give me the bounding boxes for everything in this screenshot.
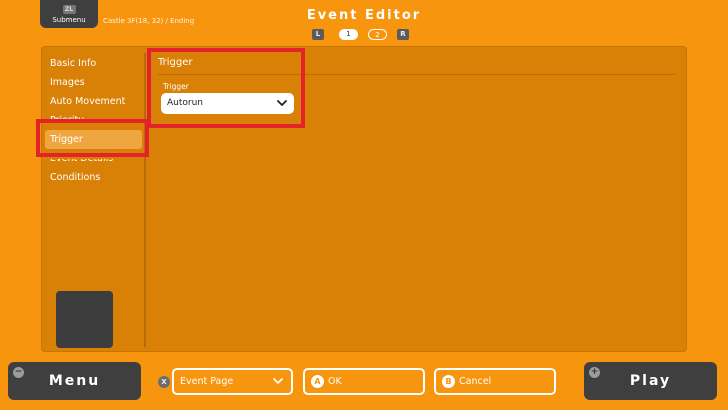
r-key-icon[interactable]: R — [397, 29, 409, 40]
sidebar-item-priority[interactable]: Priority — [50, 113, 84, 121]
sidebar-item-conditions[interactable]: Conditions — [50, 170, 100, 186]
cancel-label: Cancel — [459, 376, 492, 387]
chevron-down-icon — [273, 370, 283, 393]
page-tab-2[interactable]: 2 — [368, 29, 387, 40]
minus-icon: − — [13, 367, 24, 378]
b-key-icon: B — [442, 375, 455, 388]
sidebar-item-basic-info[interactable]: Basic Info — [50, 56, 96, 72]
l-key-icon[interactable]: L — [312, 29, 324, 40]
cancel-button[interactable]: B Cancel — [434, 368, 556, 395]
ok-button[interactable]: A OK — [303, 368, 425, 395]
play-button[interactable]: + Play — [584, 362, 717, 400]
trigger-dropdown[interactable]: Autorun — [161, 93, 294, 114]
section-heading: Trigger — [158, 57, 193, 68]
ok-label: OK — [328, 376, 342, 387]
menu-button[interactable]: − Menu — [8, 362, 141, 400]
menu-label: Menu — [48, 373, 101, 389]
page-title: Event Editor — [306, 8, 422, 23]
x-key-icon: X — [158, 376, 170, 388]
page-tab-1[interactable]: 1 — [339, 29, 358, 40]
trigger-field-label: Trigger — [163, 82, 189, 91]
trigger-dropdown-value: Autorun — [167, 98, 204, 108]
section-divider — [158, 74, 676, 75]
sidebar-item-images[interactable]: Images — [50, 75, 85, 91]
a-key-icon: A — [311, 375, 324, 388]
event-page-label: Event Page — [180, 376, 234, 387]
sidebar-item-auto-movement[interactable]: Auto Movement — [50, 94, 125, 110]
sidebar-item-trigger[interactable]: Trigger — [45, 130, 142, 149]
event-page-select[interactable]: Event Page — [172, 368, 293, 395]
chevron-down-icon — [277, 93, 287, 114]
plus-icon: + — [589, 367, 600, 378]
event-image-thumbnail[interactable] — [56, 291, 113, 348]
sidebar-item-event-details[interactable]: Event Details — [50, 159, 113, 167]
play-label: Play — [629, 373, 672, 389]
sidebar: Basic Info Images Auto Movement Priority… — [42, 53, 146, 348]
editor-panel: Basic Info Images Auto Movement Priority… — [41, 46, 687, 352]
page-switcher: L 1 2 R — [312, 29, 409, 40]
